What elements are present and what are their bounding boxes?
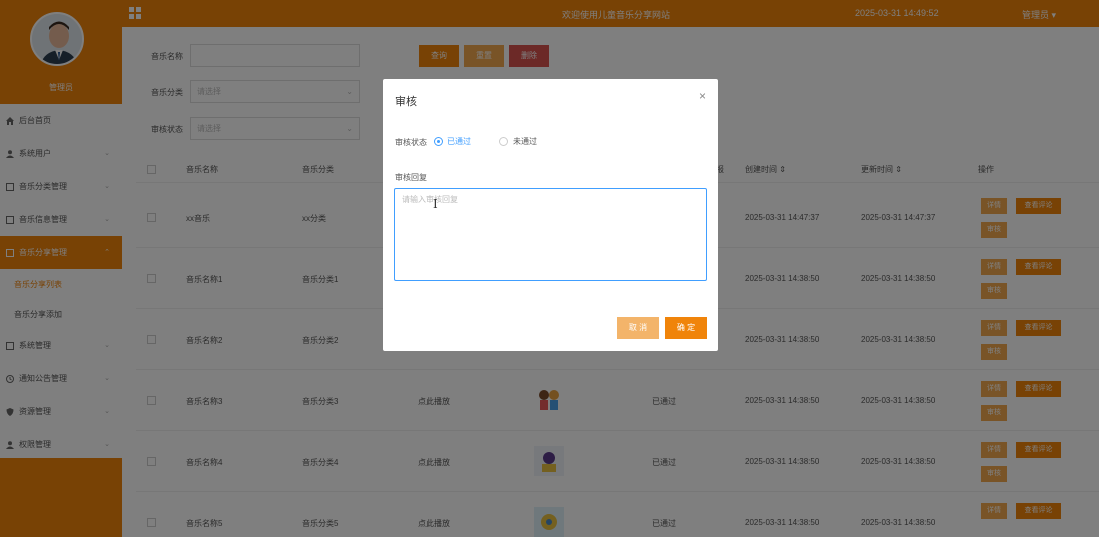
cancel-button[interactable]: 取 消: [617, 317, 659, 339]
audit-status-label: 审核状态: [395, 138, 427, 147]
radio-fail-label[interactable]: 未通过: [513, 136, 537, 147]
radio-pass-label[interactable]: 已通过: [447, 136, 471, 147]
dialog-title: 审核: [395, 96, 417, 108]
close-icon[interactable]: ×: [699, 89, 706, 103]
audit-dialog: 审核 × 审核状态 已通过 未通过 审核回复 请输入审核回复 I 取 消 确 定: [383, 79, 718, 351]
radio-fail[interactable]: [499, 137, 508, 146]
confirm-button[interactable]: 确 定: [665, 317, 707, 339]
radio-pass[interactable]: [434, 137, 443, 146]
audit-reply-textarea[interactable]: 请输入审核回复: [394, 188, 707, 281]
audit-reply-label: 审核回复: [395, 173, 427, 182]
text-cursor-icon: I: [433, 197, 438, 211]
